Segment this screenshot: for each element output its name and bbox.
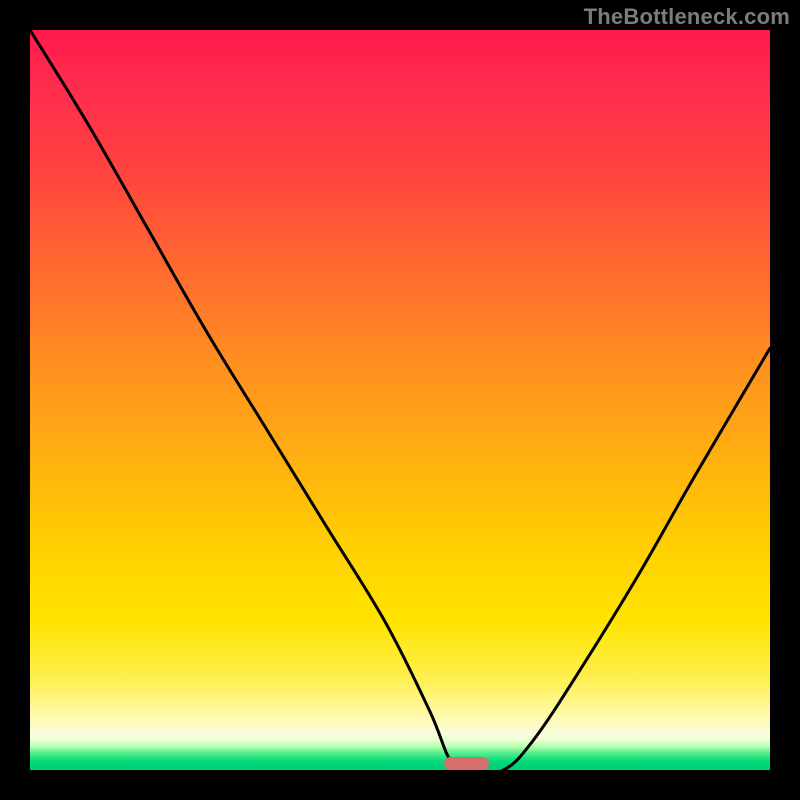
chart-overlay [30, 30, 770, 770]
optimal-point-marker [444, 757, 488, 770]
bottleneck-curve [30, 30, 770, 770]
watermark-text: TheBottleneck.com [584, 4, 790, 30]
chart-frame: TheBottleneck.com [0, 0, 800, 800]
